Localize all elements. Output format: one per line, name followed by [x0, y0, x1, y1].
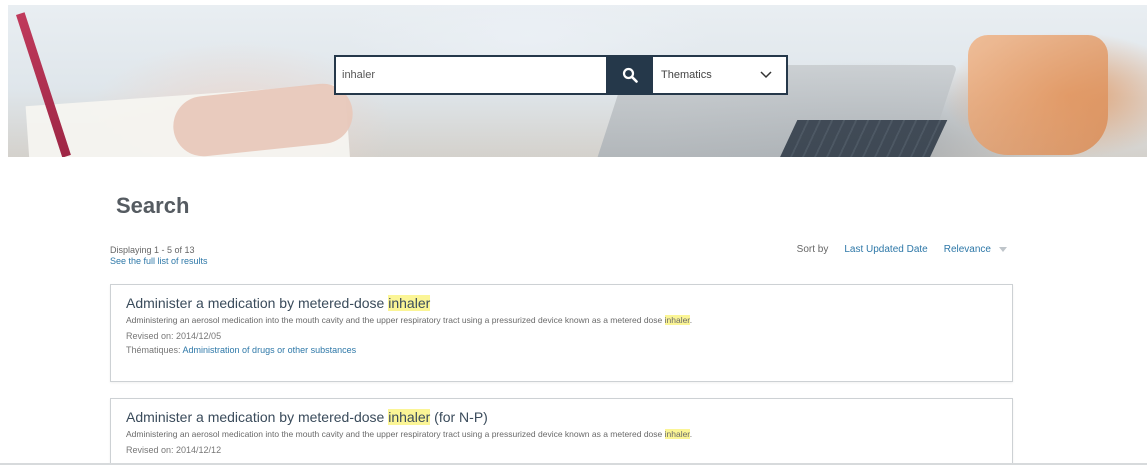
thematics-dropdown-label: Thematics [661, 69, 712, 81]
result-title-text: Administer a medication by metered-dose [126, 295, 389, 311]
caret-down-icon[interactable] [999, 247, 1007, 252]
search-input[interactable] [336, 57, 606, 93]
result-description: Administering an aerosol medication into… [126, 429, 997, 440]
page-title: Search [116, 193, 190, 218]
sort-label: Sort by [796, 244, 829, 255]
result-title-suffix: (for N-P) [430, 409, 488, 425]
thematic-link[interactable]: Administration of drugs or other substan… [183, 345, 357, 355]
result-title-text: Administer a medication by metered-dose [126, 409, 389, 425]
hero-mug [968, 35, 1108, 155]
result-revised-date: Revised on: 2014/12/12 [126, 445, 222, 455]
search-icon [622, 67, 638, 83]
search-bar: Thematics [334, 55, 788, 95]
search-term-highlight: inhaler [388, 409, 431, 425]
result-description-end: . [689, 429, 693, 439]
full-list-link[interactable]: See the full list of results [110, 256, 208, 266]
result-description: Administering an aerosol medication into… [126, 315, 997, 326]
result-description-text: Administering an aerosol medication into… [126, 315, 665, 325]
search-button[interactable] [606, 57, 653, 93]
result-card: Administer a medication by metered-dose … [110, 284, 1013, 382]
thematic-label: Thématiques: [126, 345, 183, 355]
hero-laptop-keyboard [778, 120, 948, 157]
result-card: Administer a medication by metered-dose … [110, 398, 1013, 465]
result-title-link[interactable]: Administer a medication by metered-dose … [126, 409, 997, 426]
search-term-highlight: inhaler [664, 429, 690, 439]
thematics-dropdown[interactable]: Thematics [653, 57, 786, 93]
search-term-highlight: inhaler [388, 295, 431, 311]
sort-controls: Sort by Last Updated Date Relevance [797, 244, 1007, 255]
chevron-down-icon [760, 71, 772, 79]
result-revised-date: Revised on: 2014/12/05 [126, 331, 222, 341]
sort-option-last-updated[interactable]: Last Updated Date [844, 244, 927, 255]
result-thematic: Thématiques: Administration of drugs or … [126, 345, 997, 355]
results-count: Displaying 1 - 5 of 13 [110, 245, 195, 255]
result-description-end: . [689, 315, 693, 325]
result-title-link[interactable]: Administer a medication by metered-dose … [126, 295, 997, 312]
result-description-text: Administering an aerosol medication into… [126, 429, 665, 439]
sort-option-relevance[interactable]: Relevance [944, 244, 991, 255]
search-term-highlight: inhaler [664, 315, 690, 325]
